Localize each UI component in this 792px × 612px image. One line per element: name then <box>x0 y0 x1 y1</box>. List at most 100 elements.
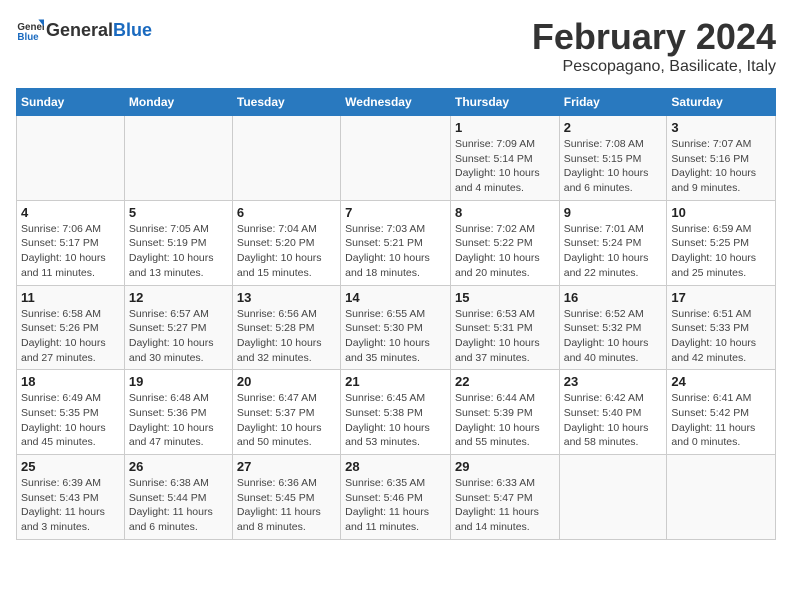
day-number: 27 <box>237 459 336 474</box>
calendar-cell: 28 Sunrise: 6:35 AM Sunset: 5:46 PM Dayli… <box>341 455 451 540</box>
day-number: 22 <box>455 374 555 389</box>
logo-general-text: General <box>46 20 113 41</box>
logo: General Blue GeneralBlue <box>16 16 152 44</box>
svg-text:Blue: Blue <box>17 32 39 43</box>
day-info: Sunrise: 6:39 AM Sunset: 5:43 PM Dayligh… <box>21 476 120 535</box>
column-header-monday: Monday <box>124 89 232 116</box>
day-number: 18 <box>21 374 120 389</box>
logo-icon: General Blue <box>16 16 44 44</box>
day-info: Sunrise: 6:35 AM Sunset: 5:46 PM Dayligh… <box>345 476 446 535</box>
day-number: 23 <box>564 374 663 389</box>
calendar-cell: 5Sunrise: 7:05 AM Sunset: 5:19 PM Daylig… <box>124 200 232 285</box>
day-number: 1 <box>455 120 555 135</box>
header: General Blue GeneralBlue February 2024 P… <box>16 16 776 76</box>
day-number: 25 <box>21 459 120 474</box>
column-header-sunday: Sunday <box>17 89 125 116</box>
calendar-cell: 19 Sunrise: 6:48 AM Sunset: 5:36 PM Dayli… <box>124 370 232 455</box>
day-info: Sunrise: 6:33 AM Sunset: 5:47 PM Dayligh… <box>455 476 555 535</box>
calendar-cell: 23 Sunrise: 6:42 AM Sunset: 5:40 PM Dayli… <box>559 370 667 455</box>
day-number: 3 <box>671 120 771 135</box>
calendar-cell <box>667 455 776 540</box>
calendar-cell: 10Sunrise: 6:59 AM Sunset: 5:25 PM Dayli… <box>667 200 776 285</box>
calendar-cell: 8Sunrise: 7:02 AM Sunset: 5:22 PM Daylig… <box>450 200 559 285</box>
calendar-cell: 22 Sunrise: 6:44 AM Sunset: 5:39 PM Dayli… <box>450 370 559 455</box>
calendar-cell: 12 Sunrise: 6:57 AM Sunset: 5:27 PM Dayli… <box>124 285 232 370</box>
title-area: February 2024 Pescopagano, Basilicate, I… <box>532 16 776 76</box>
calendar-cell <box>124 116 232 201</box>
logo-blue-text: Blue <box>113 20 152 41</box>
calendar-cell: 27 Sunrise: 6:36 AM Sunset: 5:45 PM Dayli… <box>232 455 340 540</box>
day-number: 14 <box>345 290 446 305</box>
day-number: 13 <box>237 290 336 305</box>
day-info: Sunrise: 6:47 AM Sunset: 5:37 PM Dayligh… <box>237 391 336 450</box>
calendar-cell: 9 Sunrise: 7:01 AM Sunset: 5:24 PM Daylig… <box>559 200 667 285</box>
day-info: Sunrise: 7:09 AM Sunset: 5:14 PM Dayligh… <box>455 137 555 196</box>
day-number: 2 <box>564 120 663 135</box>
week-row-1: 1 Sunrise: 7:09 AM Sunset: 5:14 PM Daylig… <box>17 116 776 201</box>
day-info: Sunrise: 6:51 AM Sunset: 5:33 PM Dayligh… <box>671 307 771 366</box>
day-number: 12 <box>129 290 228 305</box>
calendar-cell: 16 Sunrise: 6:52 AM Sunset: 5:32 PM Dayli… <box>559 285 667 370</box>
day-info: Sunrise: 6:55 AM Sunset: 5:30 PM Dayligh… <box>345 307 446 366</box>
column-header-friday: Friday <box>559 89 667 116</box>
calendar-cell: 26 Sunrise: 6:38 AM Sunset: 5:44 PM Dayli… <box>124 455 232 540</box>
calendar-table: SundayMondayTuesdayWednesdayThursdayFrid… <box>16 88 776 540</box>
calendar-cell: 20 Sunrise: 6:47 AM Sunset: 5:37 PM Dayli… <box>232 370 340 455</box>
day-number: 29 <box>455 459 555 474</box>
day-info: Sunrise: 6:53 AM Sunset: 5:31 PM Dayligh… <box>455 307 555 366</box>
calendar-cell <box>232 116 340 201</box>
calendar-cell: 13Sunrise: 6:56 AM Sunset: 5:28 PM Dayli… <box>232 285 340 370</box>
calendar-cell: 25 Sunrise: 6:39 AM Sunset: 5:43 PM Dayli… <box>17 455 125 540</box>
calendar-cell: 4Sunrise: 7:06 AM Sunset: 5:17 PM Daylig… <box>17 200 125 285</box>
day-info: Sunrise: 7:04 AM Sunset: 5:20 PM Dayligh… <box>237 222 336 281</box>
day-number: 16 <box>564 290 663 305</box>
calendar-cell <box>341 116 451 201</box>
day-number: 24 <box>671 374 771 389</box>
day-number: 21 <box>345 374 446 389</box>
calendar-cell: 11Sunrise: 6:58 AM Sunset: 5:26 PM Dayli… <box>17 285 125 370</box>
day-info: Sunrise: 6:52 AM Sunset: 5:32 PM Dayligh… <box>564 307 663 366</box>
day-number: 15 <box>455 290 555 305</box>
day-info: Sunrise: 6:45 AM Sunset: 5:38 PM Dayligh… <box>345 391 446 450</box>
day-number: 26 <box>129 459 228 474</box>
calendar-cell: 2Sunrise: 7:08 AM Sunset: 5:15 PM Daylig… <box>559 116 667 201</box>
day-number: 19 <box>129 374 228 389</box>
calendar-cell: 17 Sunrise: 6:51 AM Sunset: 5:33 PM Dayli… <box>667 285 776 370</box>
day-number: 7 <box>345 205 446 220</box>
day-info: Sunrise: 7:01 AM Sunset: 5:24 PM Dayligh… <box>564 222 663 281</box>
day-number: 8 <box>455 205 555 220</box>
day-number: 20 <box>237 374 336 389</box>
day-info: Sunrise: 6:49 AM Sunset: 5:35 PM Dayligh… <box>21 391 120 450</box>
day-number: 6 <box>237 205 336 220</box>
week-row-3: 11Sunrise: 6:58 AM Sunset: 5:26 PM Dayli… <box>17 285 776 370</box>
week-row-2: 4Sunrise: 7:06 AM Sunset: 5:17 PM Daylig… <box>17 200 776 285</box>
calendar-cell: 14 Sunrise: 6:55 AM Sunset: 5:30 PM Dayli… <box>341 285 451 370</box>
week-row-4: 18 Sunrise: 6:49 AM Sunset: 5:35 PM Dayli… <box>17 370 776 455</box>
day-info: Sunrise: 6:59 AM Sunset: 5:25 PM Dayligh… <box>671 222 771 281</box>
calendar-cell: 6 Sunrise: 7:04 AM Sunset: 5:20 PM Daylig… <box>232 200 340 285</box>
column-header-wednesday: Wednesday <box>341 89 451 116</box>
day-info: Sunrise: 6:41 AM Sunset: 5:42 PM Dayligh… <box>671 391 771 450</box>
calendar-cell: 29 Sunrise: 6:33 AM Sunset: 5:47 PM Dayli… <box>450 455 559 540</box>
day-info: Sunrise: 6:38 AM Sunset: 5:44 PM Dayligh… <box>129 476 228 535</box>
day-info: Sunrise: 6:42 AM Sunset: 5:40 PM Dayligh… <box>564 391 663 450</box>
calendar-cell <box>17 116 125 201</box>
column-header-thursday: Thursday <box>450 89 559 116</box>
day-number: 11 <box>21 290 120 305</box>
calendar-cell: 18 Sunrise: 6:49 AM Sunset: 5:35 PM Dayli… <box>17 370 125 455</box>
calendar-cell: 7 Sunrise: 7:03 AM Sunset: 5:21 PM Daylig… <box>341 200 451 285</box>
day-info: Sunrise: 6:57 AM Sunset: 5:27 PM Dayligh… <box>129 307 228 366</box>
day-number: 9 <box>564 205 663 220</box>
calendar-cell <box>559 455 667 540</box>
day-info: Sunrise: 6:36 AM Sunset: 5:45 PM Dayligh… <box>237 476 336 535</box>
day-number: 17 <box>671 290 771 305</box>
column-header-tuesday: Tuesday <box>232 89 340 116</box>
day-number: 28 <box>345 459 446 474</box>
day-info: Sunrise: 6:44 AM Sunset: 5:39 PM Dayligh… <box>455 391 555 450</box>
day-info: Sunrise: 6:48 AM Sunset: 5:36 PM Dayligh… <box>129 391 228 450</box>
day-info: Sunrise: 7:03 AM Sunset: 5:21 PM Dayligh… <box>345 222 446 281</box>
day-number: 4 <box>21 205 120 220</box>
day-info: Sunrise: 7:05 AM Sunset: 5:19 PM Dayligh… <box>129 222 228 281</box>
calendar-cell: 15 Sunrise: 6:53 AM Sunset: 5:31 PM Dayli… <box>450 285 559 370</box>
week-row-5: 25 Sunrise: 6:39 AM Sunset: 5:43 PM Dayli… <box>17 455 776 540</box>
